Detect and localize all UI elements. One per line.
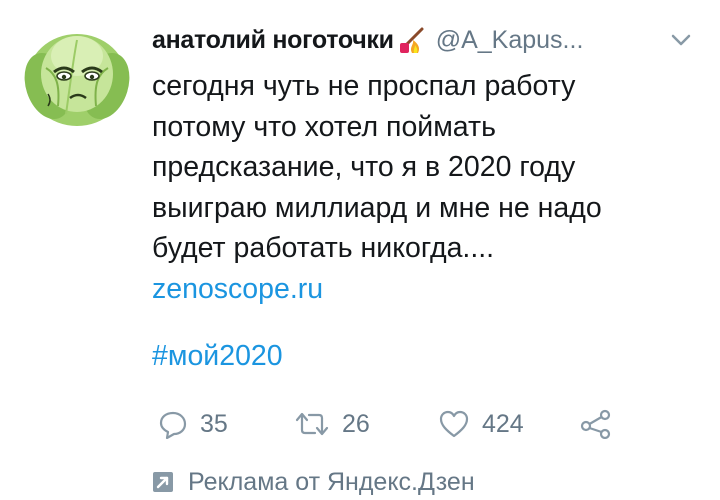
retweet-count: 26 [342, 409, 370, 438]
cabbage-avatar-image [18, 16, 136, 134]
share-button[interactable] [580, 404, 612, 444]
share-icon [580, 409, 611, 439]
tweet-header: анатолий ноготочки @A_Kapus... [152, 14, 708, 66]
promoted-label[interactable]: Реклама от Яндекс.Дзен [188, 468, 475, 497]
nail-polish-fire-emoji-icon [399, 27, 424, 53]
reply-count: 35 [200, 409, 228, 438]
heart-icon [439, 410, 469, 438]
tweet-content: анатолий ноготочки @A_Kapus... сегодня ч… [152, 14, 708, 496]
hashtag-link[interactable]: #мой2020 [152, 336, 283, 376]
retweet-icon [295, 412, 329, 436]
avatar[interactable] [18, 16, 136, 134]
like-count: 424 [482, 409, 524, 438]
tweet-actions: 35 26 424 [152, 404, 672, 444]
reply-button[interactable]: 35 [158, 404, 228, 444]
retweet-button[interactable]: 26 [294, 404, 370, 444]
display-name[interactable]: анатолий ноготочки [152, 26, 394, 55]
like-button[interactable]: 424 [438, 404, 524, 444]
promoted-arrow-icon [153, 472, 173, 492]
chevron-down-icon[interactable] [670, 32, 692, 48]
tweet-link[interactable]: zenoscope.ru [152, 269, 708, 310]
tweet-text: сегодня чуть не проспал работу потому чт… [152, 70, 602, 264]
reply-icon [159, 411, 187, 439]
user-handle[interactable]: @A_Kapus... [436, 26, 584, 55]
promoted-label-row: Реклама от Яндекс.Дзен [152, 464, 475, 500]
tweet-card[interactable]: анатолий ноготочки @A_Kapus... сегодня ч… [0, 0, 720, 498]
